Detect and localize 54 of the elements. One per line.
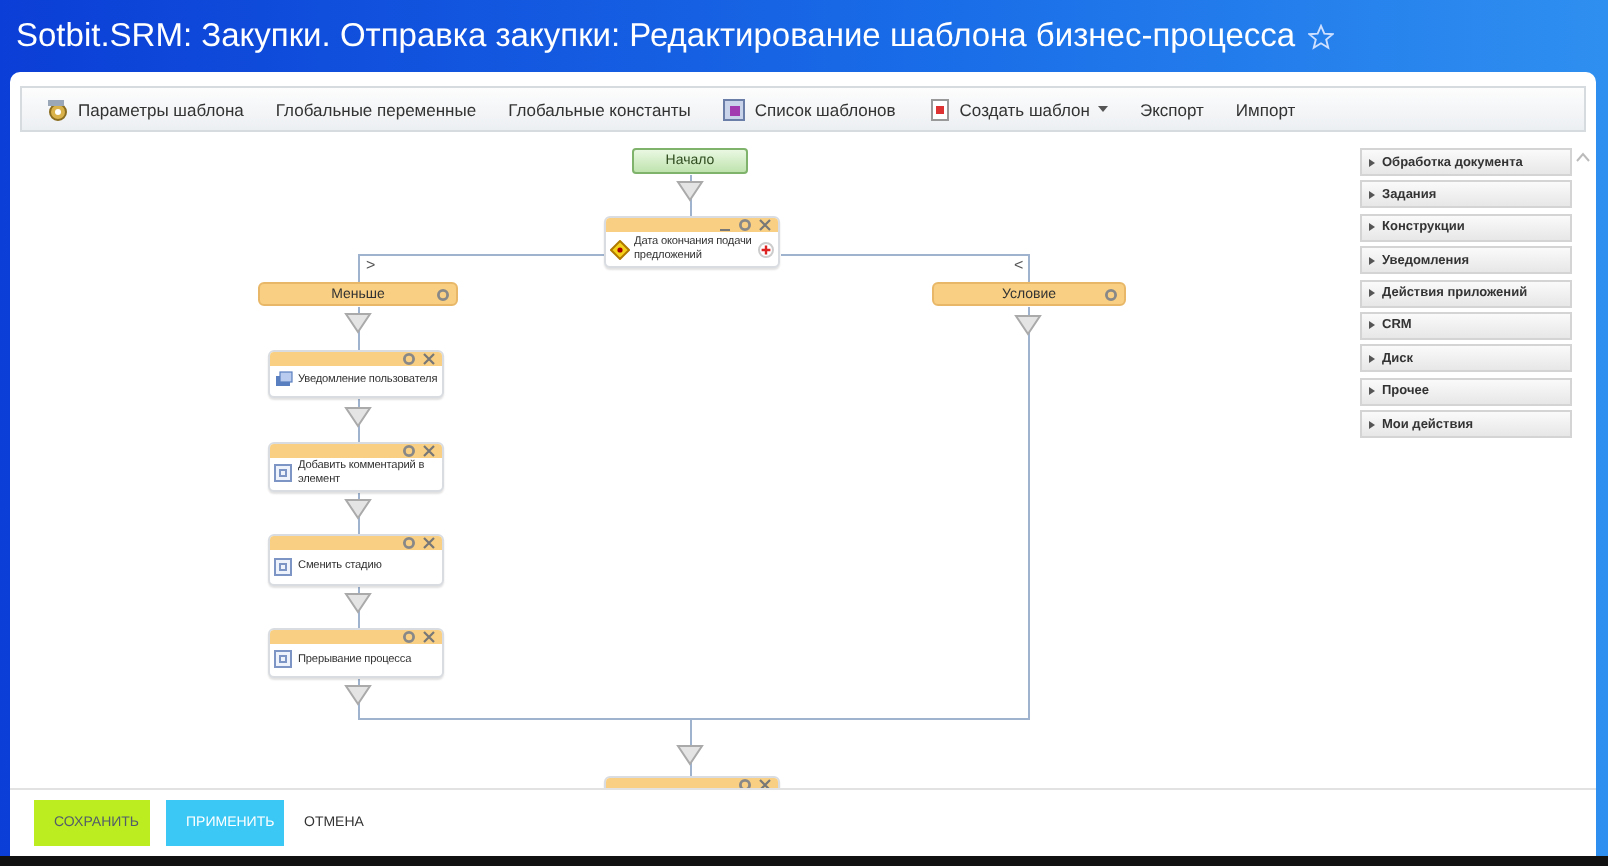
drop-marker[interactable] <box>344 313 372 334</box>
toolbar-button[interactable]: Глобальные константы <box>496 99 703 119</box>
gear-icon[interactable] <box>402 352 416 366</box>
branch-label: < <box>1014 258 1024 274</box>
collapsed-icon <box>1368 255 1376 266</box>
toolbar-button[interactable]: Создать шаблон <box>915 97 1120 121</box>
gear-icon[interactable] <box>738 218 752 232</box>
collapsed-icon <box>1368 288 1376 299</box>
toolbar-button[interactable]: Список шаблонов <box>710 97 908 121</box>
close-icon[interactable] <box>758 218 772 232</box>
drop-marker[interactable] <box>676 745 704 766</box>
gear-icon[interactable] <box>436 288 450 302</box>
scroll-up-icon[interactable] <box>1576 152 1590 162</box>
caret-icon <box>1097 106 1108 112</box>
star-icon[interactable] <box>1307 23 1334 49</box>
collapsed-icon <box>1368 222 1376 233</box>
gear-icon[interactable] <box>738 778 752 788</box>
list-icon <box>722 97 747 121</box>
collapsed-icon <box>1368 157 1376 167</box>
activity-icon <box>274 558 294 578</box>
close-icon[interactable] <box>422 630 436 644</box>
document-icon <box>927 97 952 121</box>
connector-line <box>690 174 692 218</box>
close-icon[interactable] <box>422 536 436 550</box>
toolbar-button[interactable]: Глобальные переменные <box>263 99 489 119</box>
close-icon[interactable] <box>758 778 772 788</box>
drop-marker[interactable] <box>344 407 372 428</box>
add-icon[interactable] <box>758 241 774 257</box>
branch-label: > <box>366 258 376 274</box>
collapsed-icon <box>1368 353 1376 364</box>
drop-marker[interactable] <box>344 593 372 614</box>
toolbar-button[interactable]: Параметры шаблона <box>34 97 256 121</box>
drop-marker[interactable] <box>1014 315 1042 336</box>
activity-icon <box>274 464 294 484</box>
gear-icon[interactable] <box>402 444 416 458</box>
close-icon[interactable] <box>422 444 436 458</box>
page-title: Sotbit.SRM: Закупки. Отправка закупки: Редактирование шаблона бизнес-процесса <box>16 17 1296 55</box>
close-icon[interactable] <box>422 352 436 366</box>
toolbar-button[interactable]: Импорт <box>1223 99 1308 119</box>
condition-icon <box>610 240 630 260</box>
drop-marker[interactable] <box>344 499 372 520</box>
gear-icon <box>46 97 70 121</box>
gear-icon[interactable] <box>402 630 416 644</box>
message-icon <box>274 370 294 390</box>
toolbar-button[interactable]: Экспорт <box>1127 99 1216 119</box>
collapsed-icon <box>1368 386 1376 397</box>
collapsed-icon <box>1368 320 1376 331</box>
drop-marker[interactable] <box>344 685 372 706</box>
gear-icon[interactable] <box>402 536 416 550</box>
gear-icon[interactable] <box>1104 288 1118 302</box>
collapsed-icon <box>1368 419 1376 430</box>
drop-marker[interactable] <box>676 181 704 202</box>
activity-icon <box>274 650 294 670</box>
collapsed-icon <box>1368 189 1376 200</box>
